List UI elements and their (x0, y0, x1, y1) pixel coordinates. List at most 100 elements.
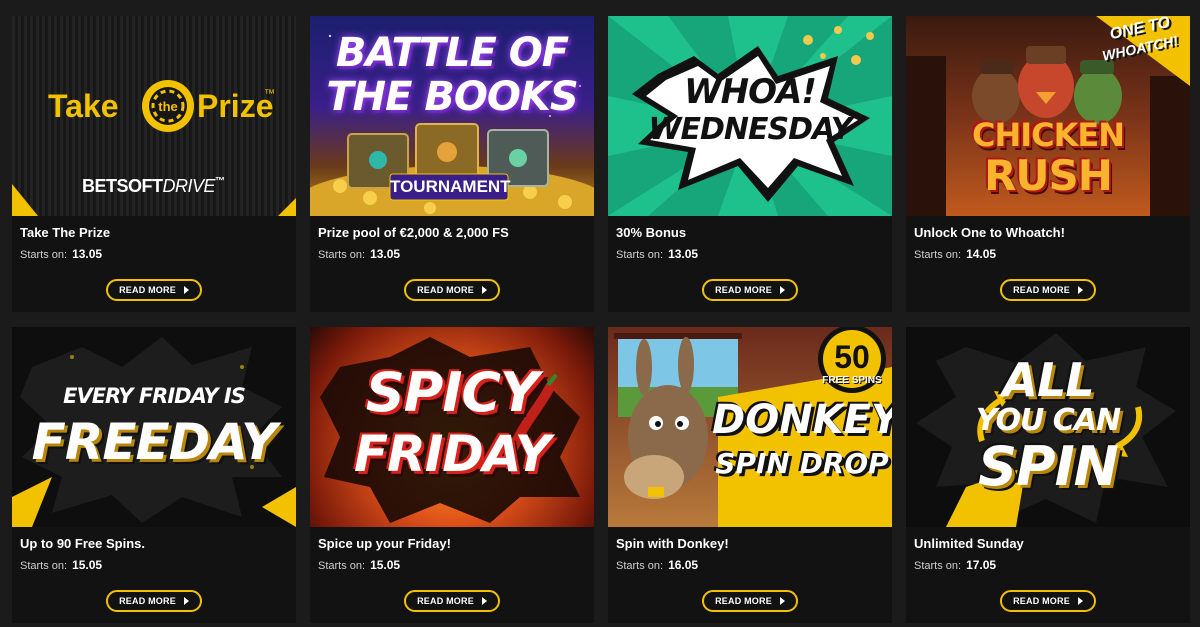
free-spins-label: FREE SPINS (822, 375, 882, 386)
banner-title-line2: RUSH (984, 151, 1113, 200)
promo-info: Spice up your Friday! Starts on: 15.05 RE… (310, 527, 594, 623)
read-more-label: READ MORE (119, 285, 176, 295)
promo-card-whoa-wednesday[interactable]: WHOA! WEDNESDAY 30% Bonus Starts on: 13.0… (608, 16, 892, 312)
promo-title[interactable]: Spin with Donkey! (616, 536, 884, 552)
promo-info: Unlimited Sunday Starts on: 17.05 READ MO… (906, 527, 1190, 623)
promo-title[interactable]: Prize pool of €2,000 & 2,000 FS (318, 225, 586, 241)
starts-label: Starts on: (20, 560, 68, 572)
promo-start-row: Starts on: 13.05 (318, 247, 586, 261)
read-more-label: READ MORE (1013, 285, 1070, 295)
promo-banner[interactable]: Take the Prize ™ BETSOFTDRIVE™ (12, 16, 296, 216)
promo-banner[interactable]: EVERY FRIDAY IS FREEDAY (12, 327, 296, 527)
read-more-button[interactable]: READ MORE (1000, 279, 1096, 301)
read-more-button[interactable]: READ MORE (404, 279, 500, 301)
promo-info: Prize pool of €2,000 & 2,000 FS Starts o… (310, 216, 594, 312)
banner-title-line1: WHOA! (684, 72, 817, 112)
read-more-label: READ MORE (119, 596, 176, 606)
promo-start-row: Starts on: 13.05 (616, 247, 884, 261)
promo-title[interactable]: Take The Prize (20, 225, 288, 241)
promo-title[interactable]: Up to 90 Free Spins. (20, 536, 288, 552)
promo-banner[interactable]: 50 FREE SPINS DONKEY SPIN DROP (608, 327, 892, 527)
play-arrow-icon (1077, 286, 1083, 294)
banner-title-line2: YOU CAN (975, 403, 1121, 438)
banner-text-take: Take (48, 88, 119, 124)
banner-trademark: ™ (264, 88, 275, 100)
promo-title[interactable]: Unlock One to Whoatch! (914, 225, 1182, 241)
promo-banner[interactable]: ONE TO WHOATCH! CHICKEN RUSH (906, 16, 1190, 216)
brand-betsoft: BETSOFT (82, 176, 163, 196)
starts-label: Starts on: (914, 249, 962, 261)
brand-drive: DRIVE (162, 176, 216, 196)
start-date: 16.05 (668, 558, 699, 572)
play-arrow-icon (183, 286, 189, 294)
promo-info: Spin with Donkey! Starts on: 16.05 READ M… (608, 527, 892, 623)
promo-card-spicy-friday[interactable]: SPICY FRIDAY Spice up your Friday! Start… (310, 327, 594, 623)
starts-label: Starts on: (616, 560, 664, 572)
banner-badge-the: the (158, 99, 178, 114)
play-arrow-icon (1077, 597, 1083, 605)
read-more-label: READ MORE (417, 596, 474, 606)
play-arrow-icon (183, 597, 189, 605)
read-more-label: READ MORE (417, 285, 474, 295)
betsoft-logo: BETSOFTDRIVE™ (82, 176, 225, 197)
banner-title-line2: SPIN DROP (715, 447, 889, 480)
promo-start-row: Starts on: 14.05 (914, 247, 1182, 261)
start-date: 15.05 (370, 558, 401, 572)
banner-title-line2: FRIDAY (354, 425, 551, 483)
starts-label: Starts on: (616, 249, 664, 261)
banner-title-line1: ALL (1002, 353, 1094, 407)
promo-card-battle-of-the-books[interactable]: BATTLE OF THE BOOKS TOURNAMENT Prize poo… (310, 16, 594, 312)
read-more-label: READ MORE (1013, 596, 1070, 606)
promo-card-all-you-can-spin[interactable]: ALL YOU CAN SPIN Unlimited Sunday Starts… (906, 327, 1190, 623)
play-arrow-icon (779, 597, 785, 605)
promo-info: Take The Prize Starts on: 13.05 READ MORE (12, 216, 296, 312)
read-more-button[interactable]: READ MORE (106, 279, 202, 301)
promotions-grid: Take the Prize ™ BETSOFTDRIVE™ Take The … (12, 16, 1190, 623)
play-arrow-icon (481, 286, 487, 294)
start-date: 17.05 (966, 558, 997, 572)
start-date: 14.05 (966, 247, 997, 261)
banner-title-line3: SPIN (978, 435, 1119, 498)
promo-banner[interactable]: WHOA! WEDNESDAY (608, 16, 892, 216)
banner-title-line2: WEDNESDAY (648, 112, 852, 147)
starts-label: Starts on: (914, 560, 962, 572)
promo-start-row: Starts on: 15.05 (318, 558, 586, 572)
promo-banner[interactable]: BATTLE OF THE BOOKS TOURNAMENT (310, 16, 594, 216)
banner-title-line1: DONKEY (712, 397, 892, 443)
read-more-button[interactable]: READ MORE (1000, 590, 1096, 612)
promo-start-row: Starts on: 15.05 (20, 558, 288, 572)
promo-banner[interactable]: ALL YOU CAN SPIN (906, 327, 1190, 527)
promo-banner[interactable]: SPICY FRIDAY (310, 327, 594, 527)
starts-label: Starts on: (318, 249, 366, 261)
start-date: 15.05 (72, 558, 103, 572)
read-more-button[interactable]: READ MORE (702, 279, 798, 301)
promo-start-row: Starts on: 13.05 (20, 247, 288, 261)
banner-text-prize: Prize (197, 88, 274, 124)
banner-title-line1: CHICKEN (971, 116, 1125, 154)
banner-title-line1: SPICY (365, 361, 539, 424)
banner-title-line2: THE BOOKS (326, 74, 578, 120)
promo-card-chicken-rush[interactable]: ONE TO WHOATCH! CHICKEN RUSH Unlock One … (906, 16, 1190, 312)
promo-start-row: Starts on: 17.05 (914, 558, 1182, 572)
promo-title[interactable]: Spice up your Friday! (318, 536, 586, 552)
start-date: 13.05 (72, 247, 103, 261)
read-more-button[interactable]: READ MORE (702, 590, 798, 612)
promo-card-donkey-spin-drop[interactable]: 50 FREE SPINS DONKEY SPIN DROP Spin with… (608, 327, 892, 623)
promo-title[interactable]: Unlimited Sunday (914, 536, 1182, 552)
play-arrow-icon (481, 597, 487, 605)
start-date: 13.05 (370, 247, 401, 261)
starts-label: Starts on: (318, 560, 366, 572)
promo-title[interactable]: 30% Bonus (616, 225, 884, 241)
read-more-button[interactable]: READ MORE (106, 590, 202, 612)
promo-start-row: Starts on: 16.05 (616, 558, 884, 572)
promo-card-take-the-prize[interactable]: Take the Prize ™ BETSOFTDRIVE™ Take The … (12, 16, 296, 312)
read-more-button[interactable]: READ MORE (404, 590, 500, 612)
banner-title-line1: BATTLE OF (335, 30, 569, 76)
banner-tag: TOURNAMENT (390, 177, 511, 196)
promo-info: Up to 90 Free Spins. Starts on: 15.05 REA… (12, 527, 296, 623)
promo-card-freeday[interactable]: EVERY FRIDAY IS FREEDAY Up to 90 Free Sp… (12, 327, 296, 623)
brand-trademark: ™ (215, 176, 225, 187)
read-more-label: READ MORE (715, 596, 772, 606)
banner-title-line1: EVERY FRIDAY IS (63, 384, 246, 408)
promo-info: Unlock One to Whoatch! Starts on: 14.05 R… (906, 216, 1190, 312)
